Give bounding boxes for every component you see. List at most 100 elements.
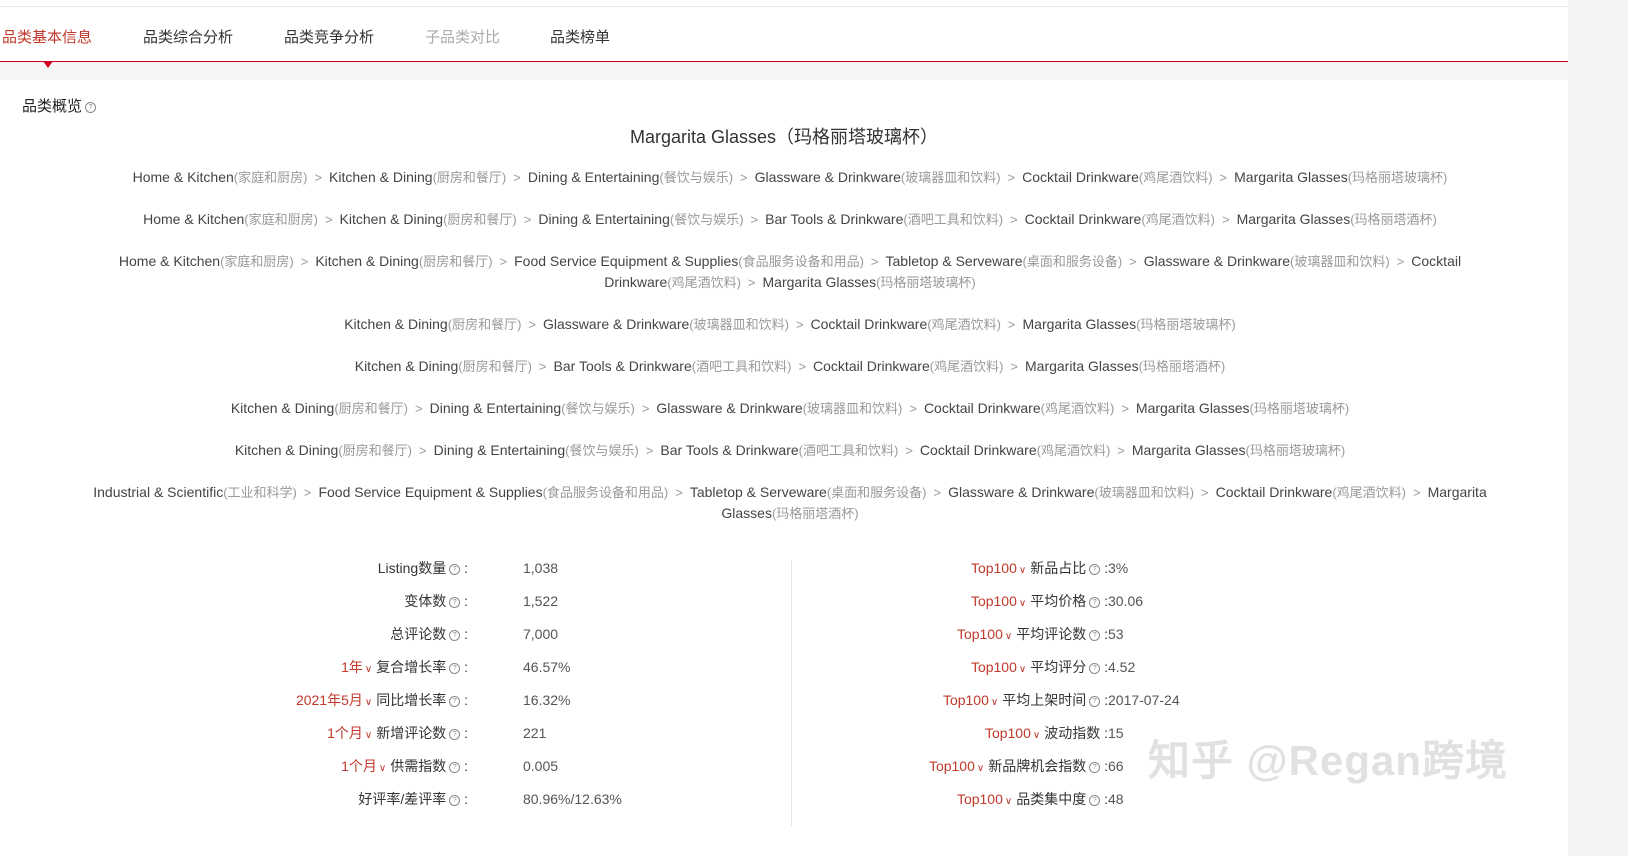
tab-comprehensive-analysis[interactable]: 品类综合分析 [143, 28, 233, 48]
path-separator-icon: > [645, 443, 654, 458]
tab-category-ranking[interactable]: 品类榜单 [550, 28, 610, 48]
help-icon[interactable]: ? [1089, 695, 1101, 707]
tab-band [0, 62, 1568, 80]
category-path-link[interactable]: Kitchen & Dining(厨房和餐厅) [231, 400, 408, 416]
path-segment-en: Kitchen & Dining [315, 253, 419, 269]
category-path-link[interactable]: Glassware & Drinkware(玻璃器皿和饮料) [755, 169, 1001, 185]
category-path-link[interactable]: Home & Kitchen(家庭和厨房) [143, 211, 318, 227]
category-path-link[interactable]: Glassware & Drinkware(玻璃器皿和饮料) [656, 400, 902, 416]
category-path-link[interactable]: Margarita Glasses(玛格丽塔玻璃杯) [1136, 400, 1349, 416]
category-path-link[interactable]: Bar Tools & Drinkware(酒吧工具和饮料) [554, 358, 792, 374]
path-separator-icon: > [1117, 443, 1125, 458]
path-separator-icon: > [909, 401, 917, 416]
label-colon: : [1100, 560, 1108, 576]
period-dropdown-label: Top100 [942, 692, 989, 708]
category-path-link[interactable]: Kitchen & Dining(厨房和餐厅) [340, 211, 517, 227]
period-dropdown[interactable]: Top100 ∨ [957, 791, 1016, 807]
category-path-link[interactable]: Cocktail Drinkware(鸡尾酒饮料) [813, 358, 1003, 374]
help-icon[interactable]: ? [449, 728, 461, 740]
category-path-link[interactable]: Dining & Entertaining(餐饮与娱乐) [430, 400, 635, 416]
help-icon[interactable]: ? [1089, 794, 1101, 806]
path-segment-en: Cocktail Drinkware [813, 358, 930, 374]
period-dropdown[interactable]: 1个月 ∨ [327, 725, 376, 741]
help-icon[interactable]: ? [1089, 761, 1101, 773]
help-icon[interactable]: ? [449, 761, 461, 773]
path-segment-en: Glassware & Drinkware [948, 484, 1095, 500]
path-segment-cn: (厨房和餐厅) [418, 254, 493, 269]
category-path-link[interactable]: Margarita Glasses(玛格丽塔酒杯) [1025, 358, 1225, 374]
metric-value: 53 [1108, 626, 1124, 642]
help-icon[interactable]: ? [1089, 662, 1101, 674]
category-path-link[interactable]: Cocktail Drinkware(鸡尾酒饮料) [811, 316, 1001, 332]
category-path-link[interactable]: Kitchen & Dining(厨房和餐厅) [315, 253, 492, 269]
category-path-link[interactable]: Cocktail Drinkware(鸡尾酒饮料) [1025, 211, 1215, 227]
category-path-link[interactable]: Kitchen & Dining(厨房和餐厅) [235, 442, 412, 458]
help-icon[interactable]: ? [449, 794, 461, 806]
period-dropdown[interactable]: Top100 ∨ [929, 758, 988, 774]
category-path-link[interactable]: Tabletop & Serveware(桌面和服务设备) [690, 484, 927, 500]
period-dropdown[interactable]: Top100 ∨ [971, 659, 1030, 675]
category-path-link[interactable]: Cocktail Drinkware(鸡尾酒饮料) [1022, 169, 1212, 185]
period-dropdown-label: 2021年5月 [295, 692, 363, 708]
tab-subcategory-compare[interactable]: 子品类对比 [425, 28, 500, 48]
category-path-link[interactable]: Home & Kitchen(家庭和厨房) [119, 253, 294, 269]
category-path-link[interactable]: Kitchen & Dining(厨房和餐厅) [355, 358, 532, 374]
category-path-link[interactable]: Margarita Glasses(玛格丽塔酒杯) [1237, 211, 1437, 227]
period-dropdown[interactable]: Top100 ∨ [971, 593, 1030, 609]
period-dropdown[interactable]: 1年 ∨ [341, 659, 376, 675]
tab-basic-info[interactable]: 品类基本信息 [2, 28, 92, 48]
metric-row: 1个月 ∨ 供需指数? : 0.005 [0, 756, 780, 789]
category-path-link[interactable]: Dining & Entertaining(餐饮与娱乐) [434, 442, 639, 458]
period-dropdown[interactable]: 2021年5月 ∨ [296, 692, 376, 708]
path-segment-en: Food Service Equipment & Supplies [514, 253, 739, 269]
help-icon[interactable]: ? [449, 563, 461, 575]
category-path-link[interactable]: Margarita Glasses(玛格丽塔玻璃杯) [1234, 169, 1447, 185]
period-dropdown[interactable]: Top100 ∨ [943, 692, 1002, 708]
category-path-link[interactable]: Food Service Equipment & Supplies(食品服务设备… [514, 253, 864, 269]
category-path-link[interactable]: Margarita Glasses(玛格丽塔玻璃杯) [763, 274, 976, 290]
category-path-link[interactable]: Bar Tools & Drinkware(酒吧工具和饮料) [660, 442, 898, 458]
category-path-link[interactable]: Margarita Glasses(玛格丽塔玻璃杯) [1023, 316, 1236, 332]
metric-row: Top100 ∨ 品类集中度? :48 [792, 789, 1568, 822]
help-icon[interactable]: ? [449, 662, 461, 674]
period-dropdown[interactable]: Top100 ∨ [985, 725, 1044, 741]
help-icon[interactable]: ? [85, 101, 97, 113]
category-path-link[interactable]: Industrial & Scientific(工业和科学) [93, 484, 297, 500]
period-dropdown[interactable]: 1个月 ∨ [341, 758, 390, 774]
category-path-link[interactable]: Glassware & Drinkware(玻璃器皿和饮料) [1144, 253, 1390, 269]
metric-row: Top100 ∨ 新品占比? :3% [792, 558, 1568, 591]
category-path-link[interactable]: Kitchen & Dining(厨房和餐厅) [344, 316, 521, 332]
path-segment-cn: (玻璃器皿和饮料) [689, 317, 789, 332]
period-dropdown[interactable]: Top100 ∨ [971, 560, 1030, 576]
tab-competition-analysis[interactable]: 品类竞争分析 [284, 28, 374, 48]
category-path-link[interactable]: Glassware & Drinkware(玻璃器皿和饮料) [543, 316, 789, 332]
path-segment-cn: (玛格丽塔玻璃杯) [1245, 443, 1346, 458]
category-path-link[interactable]: Glassware & Drinkware(玻璃器皿和饮料) [948, 484, 1194, 500]
category-path-link[interactable]: Dining & Entertaining(餐饮与娱乐) [538, 211, 743, 227]
category-path-link[interactable]: Dining & Entertaining(餐饮与娱乐) [528, 169, 733, 185]
category-path-link[interactable]: Home & Kitchen(家庭和厨房) [133, 169, 308, 185]
path-separator-icon: > [933, 485, 942, 500]
category-path-link[interactable]: Tabletop & Serveware(桌面和服务设备) [886, 253, 1123, 269]
chevron-down-icon: ∨ [364, 664, 373, 675]
help-icon[interactable]: ? [449, 629, 461, 641]
category-path-link[interactable]: Kitchen & Dining(厨房和餐厅) [329, 169, 506, 185]
path-segment-cn: (厨房和餐厅) [443, 212, 517, 227]
category-path-link[interactable]: Bar Tools & Drinkware(酒吧工具和饮料) [765, 211, 1003, 227]
path-segment-en: Home & Kitchen [143, 211, 245, 227]
category-path-link[interactable]: Cocktail Drinkware(鸡尾酒饮料) [1216, 484, 1406, 500]
path-segment-cn: (玛格丽塔酒杯) [1350, 212, 1437, 227]
metric-label: 1个月 ∨ 供需指数? : [341, 756, 468, 779]
category-path-link[interactable]: Cocktail Drinkware(鸡尾酒饮料) [920, 442, 1110, 458]
help-icon[interactable]: ? [449, 596, 461, 608]
category-path-link[interactable]: Food Service Equipment & Supplies(食品服务设备… [318, 484, 668, 500]
category-path-link[interactable]: Cocktail Drinkware(鸡尾酒饮料) [924, 400, 1114, 416]
help-icon[interactable]: ? [449, 695, 461, 707]
help-icon[interactable]: ? [1089, 563, 1101, 575]
period-dropdown[interactable]: Top100 ∨ [957, 626, 1016, 642]
category-path-link[interactable]: Margarita Glasses(玛格丽塔玻璃杯) [1132, 442, 1345, 458]
metric-label-text: 新品占比 [1030, 560, 1087, 576]
help-icon[interactable]: ? [1089, 629, 1101, 641]
help-icon[interactable]: ? [1089, 596, 1101, 608]
label-colon: : [1100, 659, 1108, 675]
